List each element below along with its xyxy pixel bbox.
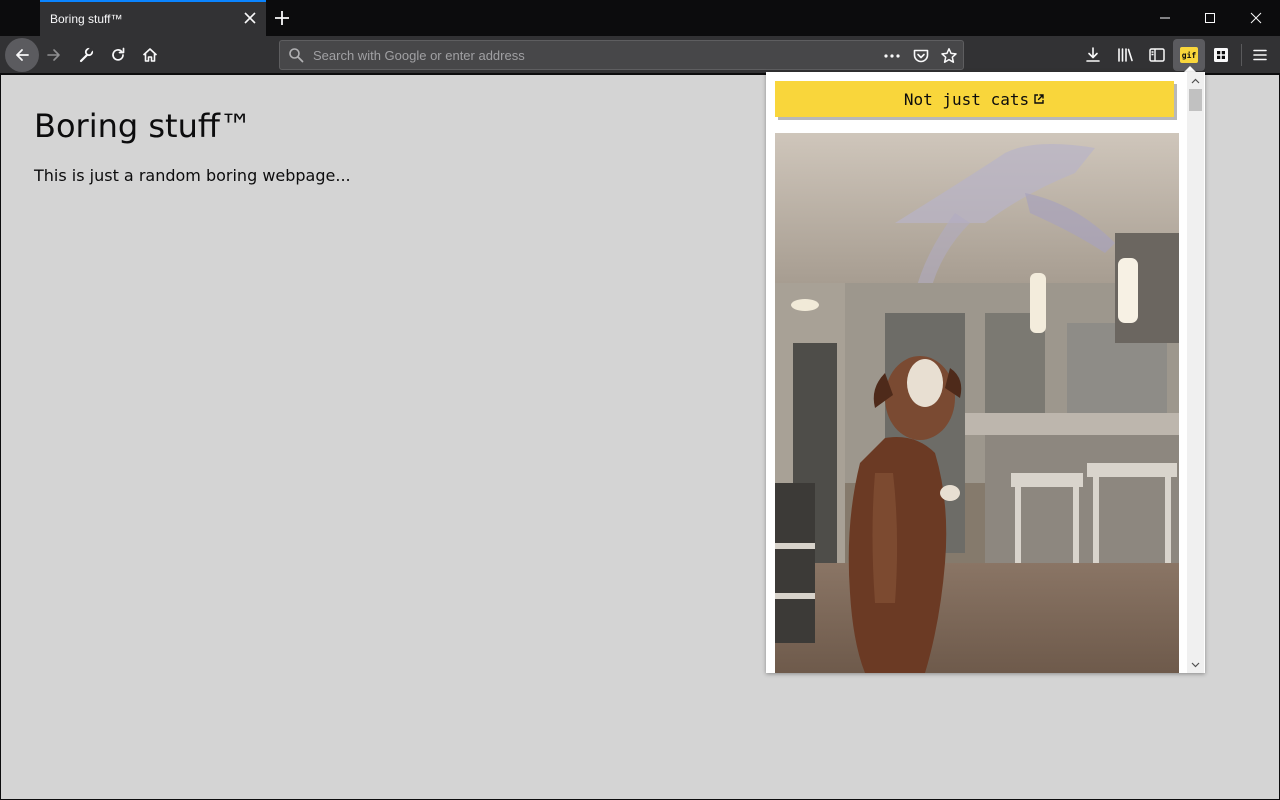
close-window-button[interactable] — [1233, 0, 1279, 36]
dog-gif-image[interactable] — [775, 133, 1179, 673]
url-input[interactable] — [313, 41, 873, 69]
sidebar-toggle-button[interactable] — [1141, 39, 1173, 71]
gif-extension-popup: Not just cats — [766, 72, 1205, 673]
home-button[interactable] — [134, 39, 166, 71]
wrench-icon — [79, 46, 94, 63]
pocket-icon — [913, 49, 929, 63]
more-dots-icon — [884, 54, 900, 58]
popup-scrollbar[interactable] — [1187, 72, 1204, 673]
maximize-button[interactable] — [1187, 0, 1233, 36]
scroll-thumb[interactable] — [1189, 89, 1202, 111]
forward-arrow-icon — [47, 49, 60, 61]
pocket-button[interactable] — [911, 46, 931, 66]
not-just-cats-button[interactable]: Not just cats — [775, 81, 1174, 117]
home-icon — [142, 48, 158, 62]
chevron-up-icon — [1191, 78, 1200, 83]
download-icon — [1086, 47, 1100, 62]
extension-button[interactable] — [1205, 39, 1237, 71]
title-bar: Boring stuff™ — [0, 0, 1280, 36]
reload-icon — [112, 47, 125, 61]
page-body-text: This is just a random boring webpage... — [34, 166, 351, 185]
library-icon — [1118, 48, 1133, 62]
star-icon — [941, 48, 957, 63]
tab-boring-stuff[interactable]: Boring stuff™ — [40, 0, 266, 36]
scroll-down-button[interactable] — [1187, 656, 1204, 673]
menu-button[interactable] — [1244, 39, 1276, 71]
search-icon — [289, 48, 304, 63]
minimize-button[interactable] — [1142, 0, 1188, 36]
external-link-icon — [1034, 94, 1044, 104]
not-just-cats-label: Not just cats — [903, 89, 1030, 109]
close-window-icon — [1250, 12, 1262, 24]
address-bar — [279, 40, 964, 70]
forward-button[interactable] — [38, 39, 70, 71]
back-button[interactable] — [5, 38, 39, 72]
page-actions-button[interactable] — [882, 46, 902, 66]
library-button[interactable] — [1109, 39, 1141, 71]
navigation-toolbar: gif — [0, 36, 1280, 74]
downloads-button[interactable] — [1077, 39, 1109, 71]
dog-gif-illustration — [775, 133, 1179, 673]
bookmark-star-button[interactable] — [939, 46, 959, 66]
gif-extension-icon: gif — [1180, 47, 1198, 63]
tab-title: Boring stuff™ — [50, 12, 123, 26]
extension-box-icon — [1214, 48, 1228, 62]
page-title: Boring stuff™ — [34, 107, 252, 145]
minimize-icon — [1160, 17, 1170, 19]
chevron-down-icon — [1191, 662, 1200, 667]
close-tab-icon[interactable] — [242, 10, 258, 26]
maximize-icon — [1205, 13, 1215, 23]
sidebar-icon — [1149, 48, 1165, 62]
reload-button[interactable] — [102, 39, 134, 71]
toolbar-separator — [1241, 44, 1242, 66]
hamburger-menu-icon — [1253, 49, 1267, 61]
developer-tools-button[interactable] — [70, 39, 102, 71]
scroll-up-button[interactable] — [1187, 72, 1204, 89]
new-tab-icon[interactable] — [272, 8, 292, 28]
back-arrow-icon — [16, 49, 29, 61]
